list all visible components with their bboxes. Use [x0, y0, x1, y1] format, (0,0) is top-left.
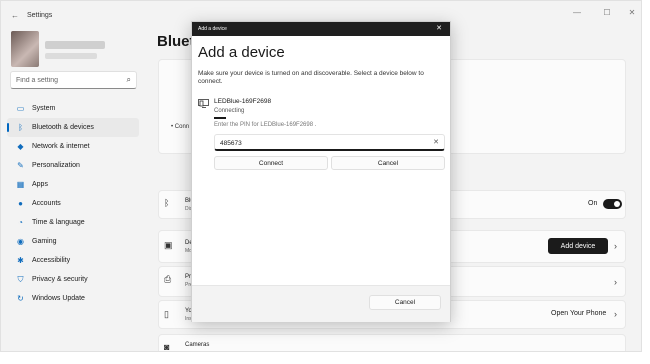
clear-icon[interactable]: ✕: [433, 138, 439, 146]
pin-prompt: Enter the PIN for LEDBlue-169F2698 .: [214, 122, 317, 128]
sidebar-item-accessibility[interactable]: ✱ Accessibility: [7, 251, 139, 270]
dialog-footer: Cancel: [192, 285, 450, 322]
devices-icon: ▣: [164, 240, 173, 250]
search-box[interactable]: ⌕: [10, 71, 137, 89]
close-button[interactable]: ✕: [625, 8, 639, 17]
gamepad-icon: ◉: [17, 237, 24, 246]
shield-icon: ⛉: [17, 275, 24, 284]
bluetooth-icon: ᛒ: [18, 123, 23, 132]
connecting-progress: [214, 117, 226, 119]
sidebar-item-label: Network & internet: [32, 143, 90, 150]
accessibility-icon: ✱: [17, 256, 24, 265]
connect-button[interactable]: Connect: [214, 156, 328, 170]
sidebar-item-privacy-security[interactable]: ⛉ Privacy & security: [7, 270, 139, 289]
dialog-title: Add a device: [198, 26, 227, 32]
cameras-row[interactable]: [158, 334, 626, 351]
user-name-redacted: [45, 41, 105, 49]
bluetooth-toggle-label: On: [588, 200, 598, 207]
close-icon[interactable]: ✕: [436, 24, 442, 32]
apps-icon: ▦: [16, 180, 25, 189]
brush-icon: ✎: [17, 161, 24, 170]
search-input[interactable]: [16, 75, 116, 86]
add-device-button[interactable]: Add device: [548, 238, 608, 254]
dialog-title-bar: Add a device ✕: [192, 22, 450, 36]
sidebar-item-label: Apps: [32, 181, 48, 188]
globe-clock-icon: ◔: [18, 218, 23, 227]
bluetooth-icon: ᛒ: [164, 198, 170, 208]
sidebar-item-time-language[interactable]: ◔ Time & language: [7, 213, 139, 232]
sidebar-item-network-internet[interactable]: ◆ Network & internet: [7, 137, 139, 156]
sidebar-item-windows-update[interactable]: ↻ Windows Update: [7, 289, 139, 308]
sidebar-item-label: Accessibility: [32, 257, 71, 264]
sidebar-item-label: Time & language: [32, 219, 85, 226]
monitor-icon: ▭: [16, 104, 25, 113]
sidebar-item-label: System: [32, 105, 56, 112]
maximize-button[interactable]: ☐: [600, 8, 614, 17]
sidebar-item-gaming[interactable]: ◉ Gaming: [7, 232, 139, 251]
sidebar-item-label: Windows Update: [32, 295, 85, 302]
device-name[interactable]: LEDBlue-169F2698: [214, 98, 271, 105]
dialog-heading: Add a device: [198, 44, 285, 61]
footer-cancel-button[interactable]: Cancel: [369, 295, 441, 310]
camera-icon: ◙: [164, 342, 170, 352]
sidebar-item-accounts[interactable]: ● Accounts: [7, 194, 139, 213]
app-title: Settings: [27, 12, 53, 19]
refresh-icon: ↻: [17, 294, 24, 303]
person-icon: ●: [18, 199, 23, 208]
device-icon: [198, 99, 209, 108]
wifi-icon: ◆: [17, 142, 24, 151]
open-your-phone-link[interactable]: Open Your Phone: [551, 310, 606, 317]
back-arrow-icon[interactable]: ←: [11, 11, 20, 20]
sidebar-item-label: Gaming: [32, 238, 57, 245]
printer-icon: ⎙: [164, 274, 172, 284]
sidebar-nav: ▭ System ᛒ Bluetooth & devices ◆ Network & …: [7, 99, 139, 308]
sidebar-item-apps[interactable]: ▦ Apps: [7, 175, 139, 194]
user-email-redacted: [45, 53, 97, 59]
search-icon[interactable]: ⌕: [127, 75, 131, 85]
chevron-right-icon[interactable]: ›: [614, 277, 617, 287]
cancel-button[interactable]: Cancel: [331, 156, 445, 170]
chevron-right-icon[interactable]: ›: [614, 309, 617, 319]
phone-icon: ▯: [164, 309, 169, 319]
cameras-row-title: Cameras: [185, 342, 210, 348]
sidebar-item-bluetooth-devices[interactable]: ᛒ Bluetooth & devices: [7, 118, 139, 137]
dialog-description: Make sure your device is turned on and d…: [198, 70, 424, 85]
connect-fragment: • Conn: [171, 124, 190, 130]
sidebar-item-label: Bluetooth & devices: [32, 124, 94, 131]
avatar: [11, 31, 39, 67]
pin-input[interactable]: [220, 138, 420, 148]
pin-field[interactable]: ✕: [214, 134, 445, 151]
sidebar-item-label: Accounts: [32, 200, 61, 207]
sidebar-item-system[interactable]: ▭ System: [7, 99, 139, 118]
bluetooth-toggle[interactable]: [603, 199, 622, 209]
sidebar-item-label: Personalization: [32, 162, 80, 169]
add-device-dialog: Add a device ✕ Add a device Make sure yo…: [191, 21, 451, 322]
sidebar-item-label: Privacy & security: [32, 276, 88, 283]
sidebar-item-personalization[interactable]: ✎ Personalization: [7, 156, 139, 175]
minimize-button[interactable]: —: [570, 8, 584, 17]
chevron-right-icon[interactable]: ›: [614, 241, 617, 251]
device-status: Connecting: [214, 108, 245, 114]
